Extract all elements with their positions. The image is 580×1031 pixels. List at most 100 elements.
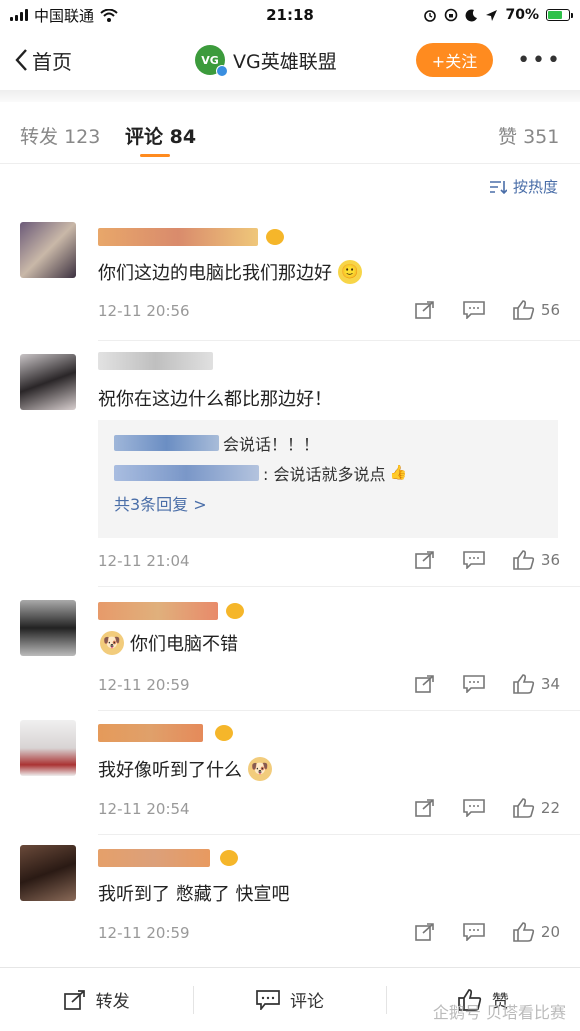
more-replies-link[interactable]: 共3条回复 > [114, 488, 542, 518]
doge-emoji-icon: 🐶 [248, 757, 272, 781]
share-button[interactable] [415, 301, 435, 319]
reply-box[interactable]: 会说话！！！ : 会说话就多说点 👍 共3条回复 > [98, 420, 558, 538]
like-count: 20 [540, 923, 560, 941]
username[interactable] [98, 602, 218, 620]
comment-time: 12-11 20:54 [98, 800, 190, 818]
username[interactable] [98, 352, 213, 370]
comment-text: 你们这边的电脑比我们那边好 🙂 [98, 259, 362, 285]
vg-logo: VG [195, 45, 228, 77]
share-icon [415, 551, 434, 569]
share-icon [415, 675, 434, 693]
like-count: 56 [540, 301, 560, 319]
moon-icon [466, 8, 478, 21]
vip-badge-icon [215, 725, 233, 741]
comment-icon [463, 923, 485, 941]
tab-like[interactable]: 赞 351 [498, 122, 559, 149]
share-button[interactable] [415, 551, 435, 569]
like-count: 34 [540, 675, 560, 693]
comment-icon [463, 675, 485, 693]
comment-text: 我听到了 憋藏了 快宣吧 [98, 884, 290, 905]
comment-label: 评论 [289, 992, 324, 1012]
share-button[interactable] [415, 675, 435, 693]
like-button[interactable]: 20 [513, 922, 560, 942]
comment-text: 我好像听到了什么 🐶 [98, 756, 272, 782]
more-icon[interactable]: ••• [517, 48, 562, 73]
comment-time: 12-11 20:59 [98, 924, 190, 942]
like-button[interactable]: 22 [513, 798, 560, 818]
reply-username[interactable] [114, 465, 259, 481]
like-count: 36 [540, 551, 560, 569]
comment-text: 祝你在这边什么都比那边好！ [98, 389, 332, 410]
like-button[interactable]: 36 [513, 550, 560, 570]
reply-button[interactable] [463, 301, 485, 319]
nav-shadow [0, 90, 580, 102]
share-icon [415, 301, 434, 319]
share-button[interactable] [415, 923, 435, 941]
comment-icon [463, 551, 485, 569]
rotation-lock-icon [445, 8, 458, 22]
like-button[interactable]: 34 [513, 674, 560, 694]
thumbs-up-icon [513, 922, 535, 942]
like-button[interactable]: 56 [513, 300, 560, 320]
divider [98, 834, 580, 835]
comment-time: 12-11 20:59 [98, 676, 190, 694]
comment-icon [256, 989, 280, 1010]
thumbs-up-emoji-icon: 👍 [389, 465, 407, 481]
username[interactable] [98, 228, 258, 246]
account-name: VG英雄联盟 [233, 50, 337, 73]
comment-text: 🐶 你们电脑不错 [100, 630, 238, 656]
chevron-left-icon [15, 49, 27, 71]
share-icon [63, 989, 85, 1010]
tab-bar: 转发 123 评论 84 赞 351 [0, 102, 580, 164]
reply-item: : 会说话就多说点 👍 [114, 458, 542, 488]
share-icon [415, 923, 434, 941]
thumbs-up-icon [513, 300, 535, 320]
comment-icon [463, 301, 485, 319]
vip-badge-icon [220, 850, 238, 866]
avatar[interactable] [20, 600, 76, 656]
status-bar: 中国联通 21:18 70% [0, 0, 580, 30]
avatar[interactable] [20, 222, 76, 278]
divider [98, 340, 580, 341]
doge-emoji-icon: 🐶 [100, 631, 124, 655]
username[interactable] [98, 724, 203, 742]
reply-button[interactable] [463, 799, 485, 817]
reply-button[interactable] [463, 675, 485, 693]
comment-time: 12-11 20:56 [98, 302, 190, 320]
sort-label: 按热度 [512, 178, 558, 196]
repost-button[interactable]: 转发 [0, 968, 193, 1031]
avatar[interactable] [20, 720, 76, 776]
tab-repost[interactable]: 转发 123 [20, 122, 100, 149]
like-count: 22 [540, 799, 560, 817]
thumbs-up-icon [513, 674, 535, 694]
comment-icon [463, 799, 485, 817]
reply-button[interactable] [463, 923, 485, 941]
reply-item: 会说话！！！ [114, 428, 542, 458]
reply-button[interactable] [463, 551, 485, 569]
sort-icon [489, 180, 507, 194]
follow-button[interactable]: +关注 [416, 43, 493, 77]
avatar[interactable] [20, 845, 76, 901]
verified-badge-icon [216, 65, 228, 77]
comment-button[interactable]: 评论 [193, 968, 386, 1031]
location-icon [486, 9, 498, 21]
divider [98, 710, 580, 711]
vip-badge-icon [226, 603, 244, 619]
page-title[interactable]: VG VG英雄联盟 [195, 45, 337, 77]
sort-button[interactable]: 按热度 [489, 176, 558, 197]
thumbs-up-icon [513, 550, 535, 570]
back-button[interactable]: 首页 [14, 46, 72, 75]
nav-bar: 首页 VG VG英雄联盟 +关注 ••• [0, 30, 580, 90]
share-button[interactable] [415, 799, 435, 817]
reply-username[interactable] [114, 435, 219, 451]
alarm-icon [424, 10, 437, 22]
divider [98, 586, 580, 587]
comment-time: 12-11 21:04 [98, 552, 190, 570]
repost-label: 转发 [95, 992, 130, 1012]
battery-icon [546, 9, 573, 21]
battery-percent: 70% [505, 7, 539, 23]
tab-comment[interactable]: 评论 84 [125, 122, 196, 149]
avatar[interactable] [20, 354, 76, 410]
username[interactable] [98, 849, 210, 867]
tab-indicator [140, 154, 170, 157]
